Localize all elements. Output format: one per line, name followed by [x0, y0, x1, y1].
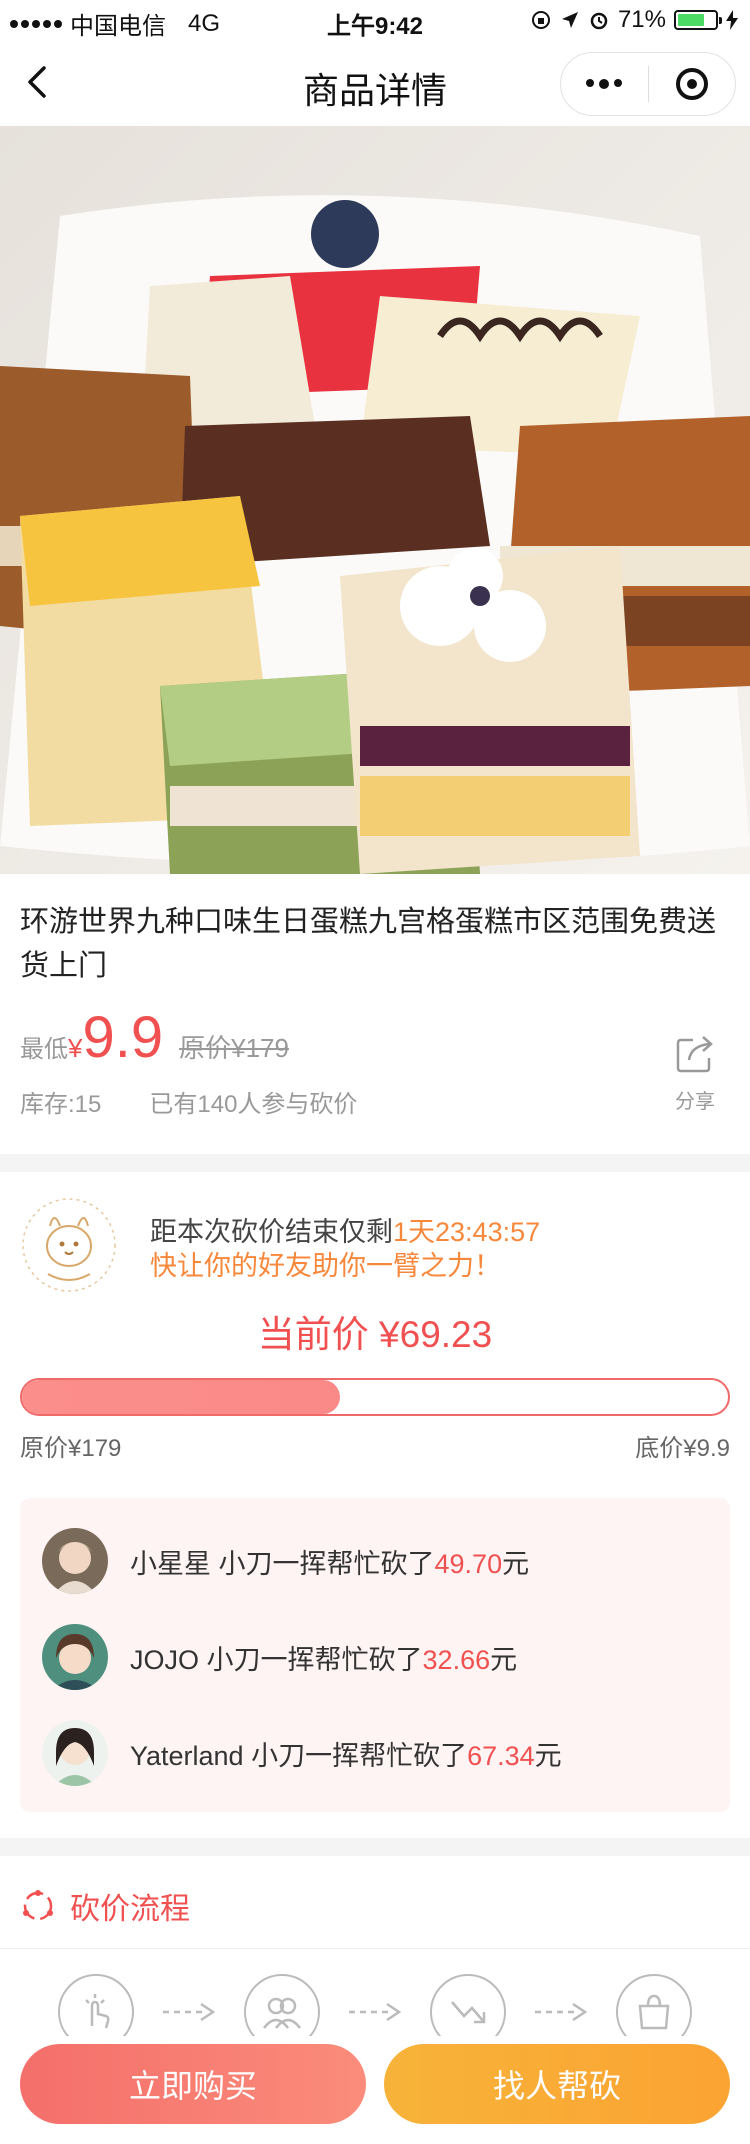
countdown-timer: 1天23:43:57	[393, 1217, 541, 1247]
bargain-section: 距本次砍价结束仅剩1天23:43:57 快让你的好友助你一臂之力！ 当前价 ¥6…	[0, 1172, 750, 1838]
helper-amount: 32.66	[422, 1644, 491, 1675]
miniprogram-capsule	[560, 52, 736, 116]
helper-item: 小星星 小刀一挥帮忙砍了49.70元	[42, 1528, 529, 1594]
helper-text: Yaterland 小刀一挥帮忙砍了67.34元	[130, 1734, 562, 1773]
helper-list: 小星星 小刀一挥帮忙砍了49.70元 JOJO 小刀一挥帮忙砍了32.66元 Y…	[20, 1498, 730, 1812]
helper-unit: 元	[490, 1644, 518, 1675]
helper-item: JOJO 小刀一挥帮忙砍了32.66元	[42, 1624, 517, 1690]
rotation-lock-icon	[531, 11, 550, 29]
helper-name: JOJO	[130, 1644, 200, 1675]
countdown-prefix: 距本次砍价结束仅剩	[150, 1217, 393, 1247]
helper-name: 小星星	[130, 1548, 211, 1579]
arrow-right-icon	[320, 2000, 430, 2024]
progress-fill	[22, 1380, 340, 1414]
stock-count: 库存:15	[20, 1091, 102, 1118]
more-button[interactable]	[561, 53, 648, 115]
share-icon	[676, 1036, 713, 1073]
avatar	[42, 1720, 108, 1786]
arrow-right-icon	[506, 2000, 616, 2024]
arrow-right-icon	[134, 2000, 244, 2024]
floor-price-label: 底价¥9.9	[635, 1435, 730, 1462]
alarm-icon	[590, 12, 608, 30]
product-image[interactable]	[0, 126, 750, 874]
helper-amount: 49.70	[434, 1548, 503, 1579]
battery-percent: 71%	[617, 6, 666, 33]
helper-action: 小刀一挥帮忙砍了	[251, 1740, 468, 1771]
buy-now-button[interactable]: 立即购买	[20, 2044, 366, 2124]
helper-action: 小刀一挥帮忙砍了	[206, 1644, 423, 1675]
cycle-icon	[23, 1890, 53, 1921]
flow-header: 砍价流程	[20, 1884, 190, 1928]
share-label: 分享	[675, 1091, 715, 1113]
original-price: 原价¥179	[179, 1033, 289, 1063]
urge-text: 快让你的好友助你一臂之力！	[150, 1251, 501, 1281]
share-button[interactable]: 分享	[670, 1032, 720, 1114]
helper-text: 小星星 小刀一挥帮忙砍了49.70元	[130, 1542, 529, 1581]
cake-image	[0, 126, 750, 874]
avatar	[42, 1528, 108, 1594]
location-icon	[561, 12, 578, 28]
original-price-label: 原价¥179	[20, 1435, 122, 1462]
helper-amount: 67.34	[467, 1740, 535, 1771]
helper-item: Yaterland 小刀一挥帮忙砍了67.34元	[42, 1720, 562, 1786]
helper-action: 小刀一挥帮忙砍了	[218, 1548, 435, 1579]
helper-name: Yaterland	[130, 1740, 244, 1771]
helper-unit: 元	[502, 1548, 530, 1579]
avatar	[42, 1624, 108, 1690]
nav-bar: 商品详情	[0, 40, 750, 126]
ask-help-button[interactable]: 找人帮砍	[384, 2044, 730, 2124]
product-info: 环游世界九种口味生日蛋糕九宫格蛋糕市区范围免费送货上门 最低 ¥ 9.9 原价¥…	[0, 874, 750, 1154]
more-dots-icon	[586, 79, 623, 89]
price-range-labels: 原价¥179 底价¥9.9	[20, 1428, 730, 1463]
divider	[0, 1948, 750, 1949]
target-icon	[675, 68, 708, 100]
participant-count: 已有140人参与砍价	[149, 1091, 358, 1118]
flow-title: 砍价流程	[70, 1893, 190, 1926]
status-bar: 中国电信 4G 上午9:42 71%	[0, 0, 750, 40]
bottom-action-bar: 立即购买 找人帮砍	[0, 2036, 750, 2144]
close-miniprogram-button[interactable]	[649, 53, 736, 115]
status-right: 71%	[530, 6, 738, 34]
helper-unit: 元	[534, 1740, 562, 1771]
bargain-mascot-icon	[20, 1196, 118, 1294]
current-price: 当前价 ¥69.23	[257, 1314, 493, 1355]
product-title: 环游世界九种口味生日蛋糕九宫格蛋糕市区范围免费送货上门	[20, 906, 717, 982]
lowest-label: 最低	[20, 1036, 68, 1063]
battery-icon	[674, 10, 722, 30]
price-row: 最低 ¥ 9.9 原价¥179	[20, 1004, 289, 1071]
currency-symbol: ¥	[68, 1033, 83, 1063]
helper-text: JOJO 小刀一挥帮忙砍了32.66元	[130, 1638, 517, 1677]
bargain-progress-bar	[20, 1378, 730, 1416]
stock-row: 库存:15 已有140人参与砍价	[20, 1084, 357, 1119]
charging-icon	[726, 10, 738, 30]
lowest-price: 9.9	[82, 1005, 164, 1070]
